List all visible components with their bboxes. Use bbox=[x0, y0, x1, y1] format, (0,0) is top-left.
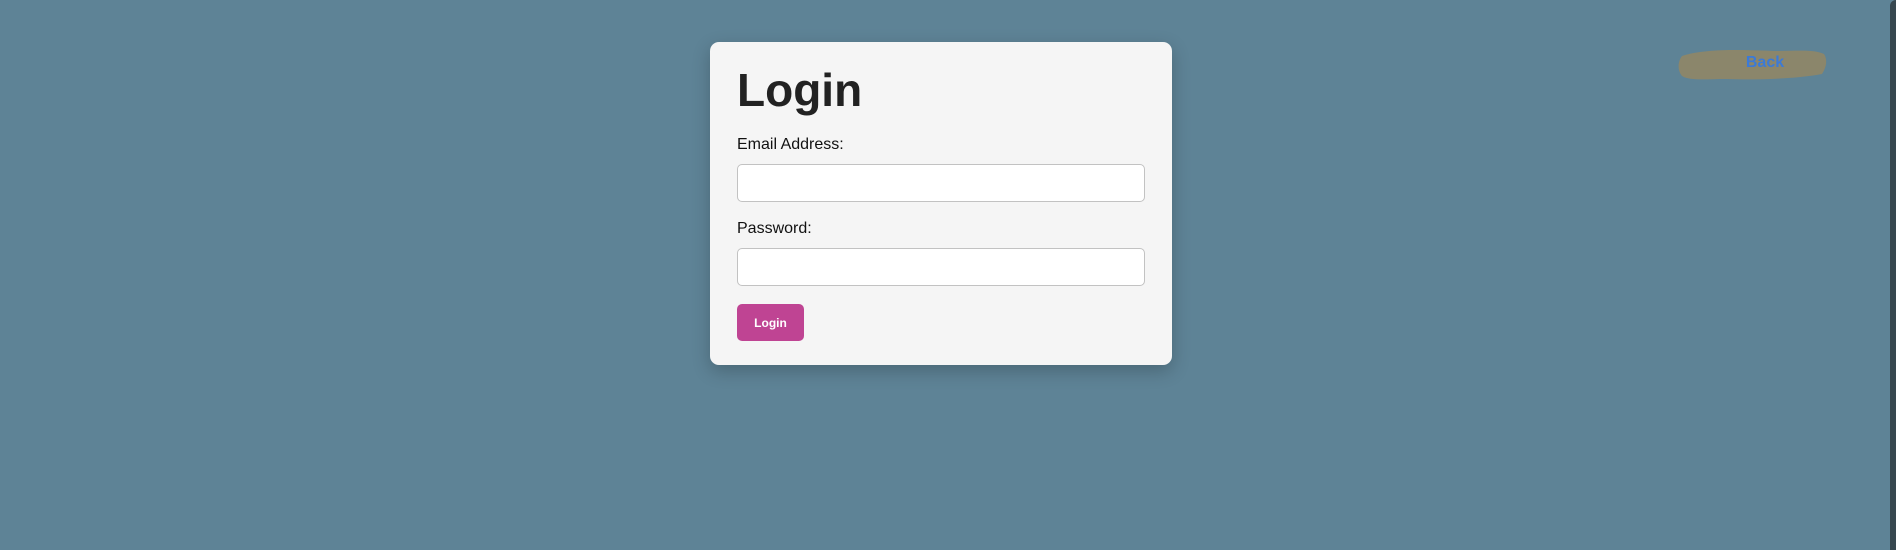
email-field[interactable] bbox=[737, 164, 1145, 202]
email-label: Email Address: bbox=[737, 136, 844, 153]
login-card: Login Email Address: Password: Login bbox=[710, 42, 1172, 365]
login-title: Login bbox=[737, 64, 863, 116]
back-button-label: Back bbox=[1745, 54, 1785, 71]
login-button[interactable]: Login bbox=[737, 304, 804, 341]
password-label: Password: bbox=[737, 220, 812, 237]
back-button[interactable]: Back bbox=[1660, 38, 1840, 90]
window-edge bbox=[1890, 0, 1896, 550]
password-field[interactable] bbox=[737, 248, 1145, 286]
